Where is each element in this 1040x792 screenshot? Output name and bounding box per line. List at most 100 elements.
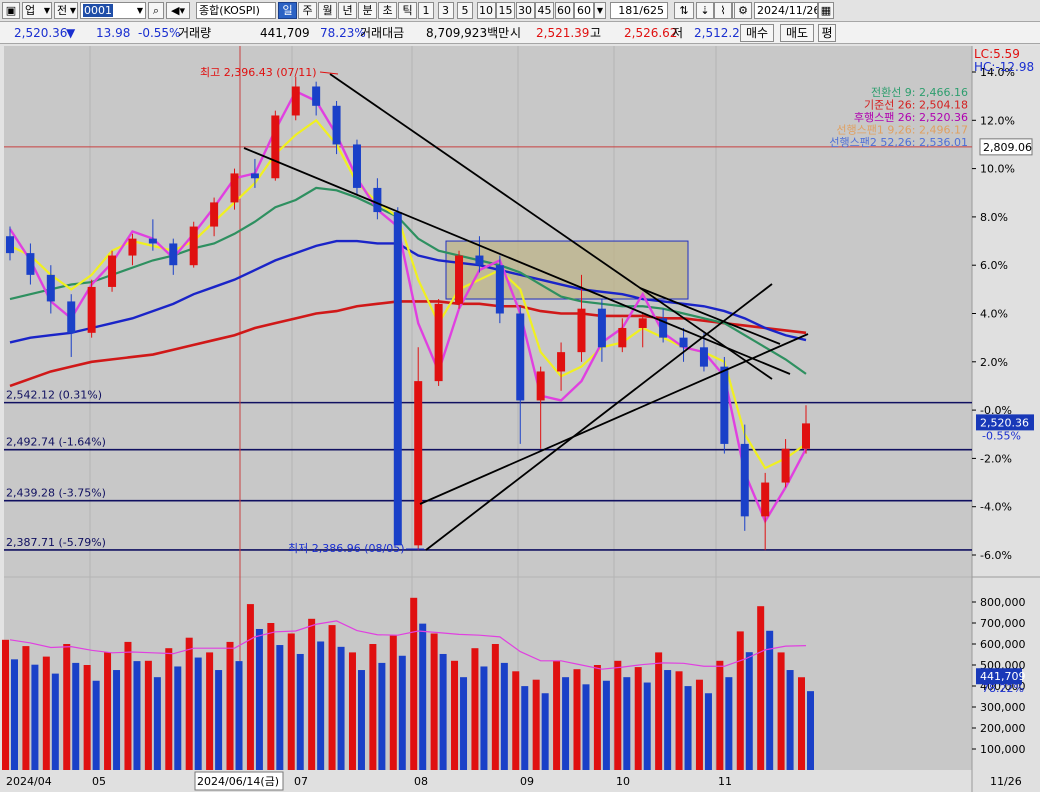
volume-bar-down [643, 682, 651, 770]
overlay-icon[interactable]: ⌇ [714, 2, 732, 19]
prev-select[interactable]: 전 ▼ [54, 2, 78, 19]
index-name-field: 종합(KOSPI) [196, 2, 276, 19]
minute-tab[interactable]: 10 [476, 2, 496, 19]
candle-body [108, 255, 117, 287]
price-chart[interactable]: 2,542.12 (0.31%) 2,492.74 (-1.64%) 2,439.2… [0, 44, 1040, 792]
average-button[interactable]: 평 [818, 24, 836, 42]
minute-tab[interactable]: 5 [457, 2, 473, 19]
volume-bar-up [144, 660, 152, 770]
volume-bar-down [133, 661, 141, 770]
volume-bar-up [736, 631, 744, 770]
volume-bar-down [92, 680, 100, 770]
volume-bar-up [226, 641, 234, 770]
sound-icon[interactable]: ◀▾ [166, 2, 190, 19]
period-tab[interactable]: 초 [378, 2, 397, 19]
volume-bar-up [695, 679, 703, 770]
period-tab[interactable]: 일 [278, 2, 297, 19]
volume-bar-up [451, 660, 459, 770]
volume-bar-up [63, 644, 71, 770]
custom-minute-field[interactable]: 60 [574, 2, 594, 19]
minute-tab[interactable]: 3 [437, 2, 454, 19]
candle-body [373, 187, 382, 213]
volume-value: 441,709 [260, 26, 310, 40]
volume-bar-down [317, 641, 325, 770]
support-line-label: 2,439.28 (-3.75%) [6, 487, 106, 500]
volume-bar-up [267, 623, 275, 770]
volume-bar-up [593, 665, 601, 770]
candle-body [557, 352, 566, 372]
calendar-icon[interactable]: ▦ [818, 2, 834, 19]
low-label: 저 [672, 26, 684, 40]
market-label: 업 [25, 4, 36, 17]
chevron-down-icon[interactable]: ▼ [594, 2, 606, 19]
buy-button[interactable]: 매수 [740, 24, 774, 42]
date-field[interactable]: 2024/11/26 [754, 2, 818, 19]
candle-body [26, 253, 35, 275]
chevron-down-icon: ▼ [43, 6, 50, 15]
volume-bar-up [634, 667, 642, 770]
current-change-label: -0.55% [982, 429, 1021, 442]
minute-tab[interactable]: 60 [554, 2, 574, 19]
current-volume-ratio: 78.22% [982, 682, 1024, 695]
candle-body [455, 255, 464, 304]
volume-bar-down [766, 630, 774, 770]
volume-bar-up [124, 641, 132, 770]
volume-bar-down [562, 677, 570, 770]
candle-body [802, 423, 810, 449]
candle-body [577, 308, 586, 353]
volume-bar-up [2, 639, 9, 770]
volume-bar-down [153, 677, 161, 770]
period-tab[interactable]: 년 [338, 2, 357, 19]
search-icon[interactable]: ⌕ [148, 2, 164, 19]
price-tick-label: 12.0% [980, 114, 1015, 127]
period-tab[interactable]: 주 [298, 2, 317, 19]
candle-body [761, 482, 770, 517]
volume-bar-up [165, 648, 173, 770]
period-tab[interactable]: 분 [358, 2, 377, 19]
candle-body [210, 202, 219, 227]
candle-body [67, 301, 76, 333]
volume-bar-down [419, 623, 427, 770]
candle-body [597, 308, 606, 348]
minute-tab[interactable]: 30 [515, 2, 535, 19]
volume-label: 거래량 [178, 26, 212, 40]
indicator-icon[interactable]: ⇣ [696, 2, 714, 19]
market-select[interactable]: 업 ▼ [22, 2, 52, 19]
minute-tab[interactable]: 15 [496, 2, 515, 19]
support-line-label: 2,542.12 (0.31%) [6, 389, 102, 402]
volume-bar-up [22, 646, 30, 770]
code-input[interactable]: 0001 ▼ [80, 2, 146, 19]
window-icon[interactable]: ▣ [2, 2, 20, 19]
legend-item: 선행스팬1 9,26: 2,496.17 [836, 124, 968, 137]
volume-tick-label: 700,000 [980, 617, 1026, 630]
period-tab[interactable]: 틱 [398, 2, 417, 19]
volume-bar-down [500, 662, 508, 770]
x-tick-label: 11 [718, 775, 732, 788]
candle-body [618, 327, 627, 348]
price-change-pct: -0.55% [138, 26, 181, 40]
chart-options-icon[interactable]: ⇅ [674, 2, 694, 19]
ref-value-label: 2,809.06 [983, 141, 1032, 154]
volume-bar-up [348, 652, 356, 770]
count-field[interactable]: 181/625 [610, 2, 668, 19]
volume-tick-label: 300,000 [980, 701, 1026, 714]
volume-bar-down [807, 691, 814, 770]
period-tab[interactable]: 월 [318, 2, 337, 19]
chevron-down-icon: ▼ [136, 6, 143, 15]
legend-item: 전환선 9: 2,466.16 [871, 86, 968, 99]
volume-bar-down [541, 693, 549, 770]
volume-bar-down [439, 653, 447, 770]
gear-icon[interactable]: ⚙ [734, 2, 752, 19]
support-line-label: 2,492.74 (-1.64%) [6, 436, 106, 449]
volume-bar-up [471, 648, 479, 770]
volume-bar-up [798, 677, 805, 770]
volume-bar-down [704, 693, 712, 770]
volume-bar-up [42, 656, 50, 770]
candle-body [312, 86, 321, 106]
sell-button[interactable]: 매도 [780, 24, 814, 42]
minute-tab[interactable]: 45 [535, 2, 554, 19]
volume-bar-down [357, 670, 365, 770]
minute-tab[interactable]: 1 [418, 2, 434, 19]
price-change: 13.98 [96, 26, 131, 40]
candle-body [230, 173, 239, 203]
